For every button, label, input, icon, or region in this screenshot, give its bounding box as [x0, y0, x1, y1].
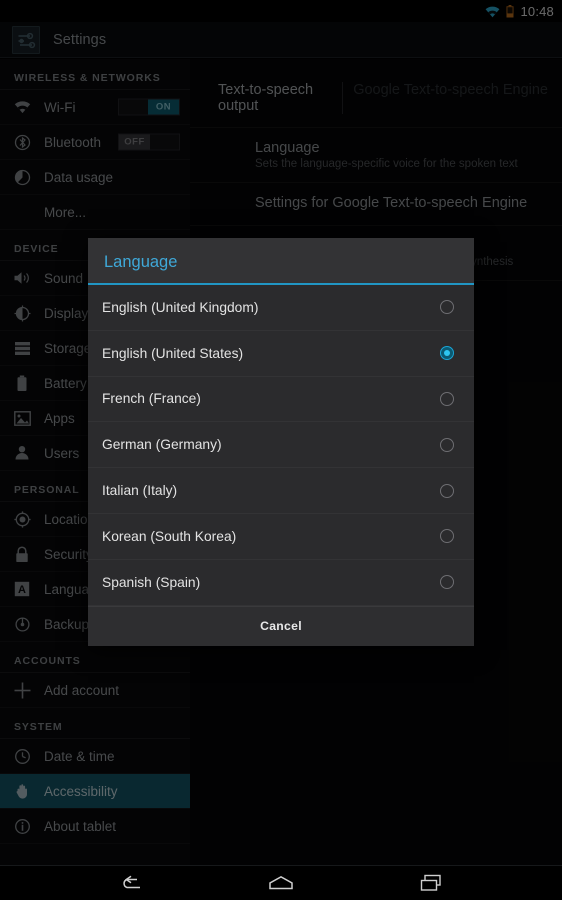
radio-button[interactable] — [440, 483, 454, 498]
language-options-list[interactable]: English (United Kingdom) English (United… — [88, 285, 474, 606]
back-icon[interactable] — [111, 870, 151, 896]
radio-button[interactable] — [440, 391, 454, 406]
dialog-footer: Cancel — [88, 605, 474, 646]
radio-button[interactable] — [440, 300, 454, 315]
list-item[interactable]: Italian (Italy) — [88, 468, 474, 514]
radio-button-selected[interactable] — [440, 346, 454, 361]
home-icon[interactable] — [261, 870, 301, 896]
option-label: English (United Kingdom) — [102, 299, 259, 315]
radio-button[interactable] — [440, 575, 454, 590]
recents-icon[interactable] — [411, 870, 451, 896]
option-label: Spanish (Spain) — [102, 574, 201, 590]
option-label: Italian (Italy) — [102, 483, 178, 499]
android-settings-screen: 10:48 Settings WIRELESS & NETWORKS — [0, 0, 562, 900]
list-item[interactable]: German (Germany) — [88, 422, 474, 469]
option-label: Korean (South Korea) — [102, 528, 237, 544]
list-item[interactable]: Spanish (Spain) — [88, 560, 474, 606]
option-label: German (Germany) — [102, 437, 222, 453]
dialog-title: Language — [104, 253, 178, 271]
list-item[interactable]: French (France) — [88, 377, 474, 423]
list-item[interactable]: English (United States) — [88, 331, 474, 377]
android-navigation-bar — [0, 865, 562, 900]
option-label: English (United States) — [102, 345, 244, 361]
radio-button[interactable] — [440, 437, 454, 452]
dialog-header: Language — [88, 238, 474, 285]
option-label: French (France) — [102, 391, 201, 407]
cancel-button[interactable]: Cancel — [260, 619, 302, 633]
list-item[interactable]: English (United Kingdom) — [88, 285, 474, 331]
list-item[interactable]: Korean (South Korea) — [88, 514, 474, 560]
language-dialog: Language English (United Kingdom) Englis… — [88, 238, 474, 646]
radio-button[interactable] — [440, 529, 454, 544]
